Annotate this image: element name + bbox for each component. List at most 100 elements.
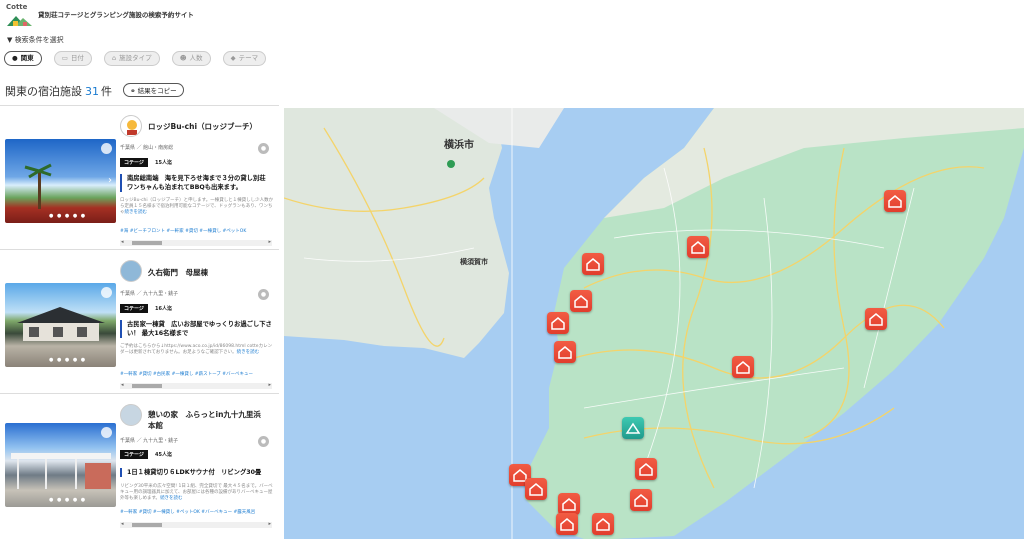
house-icon (596, 518, 610, 531)
old-house-photo-art (17, 307, 105, 341)
map-marker-cottage[interactable] (630, 489, 652, 511)
house-icon (562, 498, 576, 511)
read-more-link[interactable]: 続きを読む (237, 350, 260, 355)
map-marker-cottage[interactable] (547, 312, 569, 334)
scrollbar-thumb[interactable] (132, 384, 162, 388)
house-icon: ⌂ (112, 54, 117, 62)
map-marker-cottage[interactable] (884, 190, 906, 212)
map-view[interactable]: 横浜市 横須賀市 (284, 108, 1024, 539)
site-header: Cotte 貸別荘コテージとグランピング施設の検索予約サイト (0, 0, 1024, 30)
capacity-text: 16人迄 (155, 306, 172, 312)
property-type-badge: コテージ (120, 450, 148, 459)
property-type-badge: コテージ (120, 304, 148, 313)
results-count: 31 (85, 85, 99, 98)
chip-label: テーマ (238, 54, 259, 62)
read-more-link[interactable]: 続きを読む (160, 496, 183, 501)
scrollbar-thumb[interactable] (132, 523, 162, 527)
favorite-heart-icon[interactable] (101, 287, 112, 298)
filter-label: 検索条件を選択 (14, 36, 64, 44)
listing-card[interactable]: ● ● ● ● ● 久右衛門 母屋棟 千葉県 ／ 九十九里・銚子 ● コテージ … (0, 249, 279, 391)
listing-name[interactable]: ロッジBu-chi（ロッジブーチ） (148, 121, 266, 132)
map-marker-cottage[interactable] (554, 341, 576, 363)
favorite-heart-icon[interactable] (101, 427, 112, 438)
listing-photo[interactable]: › ● ● ● ● ● (5, 139, 116, 223)
results-title: 関東の宿泊施設 (5, 85, 82, 98)
listing-list[interactable]: › ● ● ● ● ● ロッジBu-chi（ロッジブーチ） 千葉県 ／ 館山・南… (0, 105, 279, 539)
host-avatar (120, 260, 142, 282)
listing-description: ロッジBu-chi（ロッジブーチ）と申します。一棟貸しと１棟貸しし少人数から定員… (120, 198, 274, 216)
listing-tags[interactable]: #海 #ビーチフロント #一軒家 #貸切 #一棟貸し #ペットOK (120, 228, 274, 234)
filter-chip-date[interactable]: ▭ 日付 (53, 51, 92, 66)
listing-tags[interactable]: #一軒家 #貸切 #一棟貸し #ペットOK #バーベキュー #露天風呂 (120, 509, 274, 515)
map-marker-cottage[interactable] (570, 290, 592, 312)
site-tagline: 貸別荘コテージとグランピング施設の検索予約サイト (38, 11, 194, 19)
read-more-link[interactable]: 続きを読む (125, 210, 148, 215)
filter-chip-guests[interactable]: ☻ 人数 (171, 51, 211, 66)
filter-chip-region[interactable]: ● 関東 (4, 51, 42, 66)
favorite-heart-icon[interactable] (101, 143, 112, 154)
house-icon (558, 346, 572, 359)
people-icon: ☻ (179, 54, 187, 62)
house-icon (736, 361, 750, 374)
map-marker-cottage[interactable] (556, 513, 578, 535)
capacity-text: 45人迄 (155, 452, 172, 458)
map-marker-selected[interactable] (622, 417, 644, 439)
scrollbar-thumb[interactable] (132, 241, 162, 245)
scroll-right-icon[interactable]: ▸ (268, 239, 271, 245)
map-marker-cottage[interactable] (635, 458, 657, 480)
listing-headline: 南房総南端 海を見下ろせ海まで３分の貸し別荘 ワンちゃんも泊まれてBBQも出来ま… (120, 174, 272, 192)
map-pin-icon[interactable]: ● (258, 289, 269, 300)
map-pin-icon[interactable]: ● (258, 436, 269, 447)
house-icon (574, 295, 588, 308)
chip-label: 日付 (70, 54, 84, 62)
map-marker-cottage[interactable] (732, 356, 754, 378)
scroll-left-icon[interactable]: ◂ (121, 382, 124, 388)
map-marker-cottage[interactable] (865, 308, 887, 330)
scroll-left-icon[interactable]: ◂ (121, 521, 124, 527)
map-marker-cottage[interactable] (592, 513, 614, 535)
scroll-left-icon[interactable]: ◂ (121, 239, 124, 245)
copy-results-button[interactable]: ⚭ 結果をコピー (123, 83, 184, 97)
filter-chip-facility-type[interactable]: ⌂ 施設タイプ (104, 51, 160, 66)
listing-tags[interactable]: #一軒家 #貸切 #古民家 #一棟貸し #薪ストーブ #バーベキュー (120, 371, 274, 377)
results-unit: 件 (101, 85, 112, 98)
chip-label: 施設タイプ (119, 54, 152, 62)
scroll-right-icon[interactable]: ▸ (268, 382, 271, 388)
tags-scrollbar[interactable]: ◂ ▸ (120, 382, 272, 389)
house-icon (888, 195, 902, 208)
site-logo[interactable]: Cotte (6, 3, 34, 27)
house-icon (586, 258, 600, 271)
map-marker-cottage[interactable] (582, 253, 604, 275)
map-marker-cottage[interactable] (558, 493, 580, 515)
listing-card[interactable]: ● ● ● ● ● 憩いの家 ふらっとin九十九里浜 本館 千葉県 ／ 九十九里… (0, 393, 279, 535)
map-pin-icon[interactable]: ● (258, 143, 269, 154)
map-marker-cottage[interactable] (687, 236, 709, 258)
filter-funnel-icon: ▼ (7, 36, 13, 44)
copy-results-label: 結果をコピー (137, 87, 177, 95)
listing-description: ご予約はこちらから↓https://www.aco.co.jp/id/86098… (120, 344, 274, 356)
filter-heading[interactable]: ▼ 検索条件を選択 (7, 35, 64, 45)
link-icon: ⚭ (130, 87, 136, 95)
host-avatar (120, 404, 142, 426)
listing-photo[interactable]: ● ● ● ● ● (5, 423, 116, 507)
map-marker-cottage[interactable] (525, 478, 547, 500)
listing-card[interactable]: › ● ● ● ● ● ロッジBu-chi（ロッジブーチ） 千葉県 ／ 館山・南… (0, 105, 279, 247)
filter-chip-bar: ● 関東 ▭ 日付 ⌂ 施設タイプ ☻ 人数 ◆ テーマ (4, 51, 273, 67)
tags-scrollbar[interactable]: ◂ ▸ (120, 521, 272, 528)
tag-icon: ◆ (230, 54, 236, 62)
capacity-text: 15人迄 (155, 160, 172, 166)
chip-label: 関東 (20, 54, 34, 62)
listing-headline: 古民家一棟貸 広いお部屋でゆっくりお過ごし下さい！ 最大16名様まで (120, 320, 272, 338)
host-avatar (120, 115, 142, 137)
listing-photo[interactable]: ● ● ● ● ● (5, 283, 116, 367)
listing-name[interactable]: 憩いの家 ふらっとin九十九里浜 本館 (148, 409, 268, 431)
tags-scrollbar[interactable]: ◂ ▸ (120, 239, 272, 246)
filter-chip-theme[interactable]: ◆ テーマ (222, 51, 267, 66)
listing-name[interactable]: 久右衛門 母屋棟 (148, 267, 266, 278)
calendar-icon: ▭ (61, 54, 68, 62)
next-photo-icon[interactable]: › (108, 175, 112, 186)
property-type-badge: コテージ (120, 158, 148, 167)
map-label-yokosuka: 横須賀市 (460, 257, 488, 266)
listing-location: 千葉県 ／ 館山・南房総 (120, 145, 174, 151)
scroll-right-icon[interactable]: ▸ (268, 521, 271, 527)
